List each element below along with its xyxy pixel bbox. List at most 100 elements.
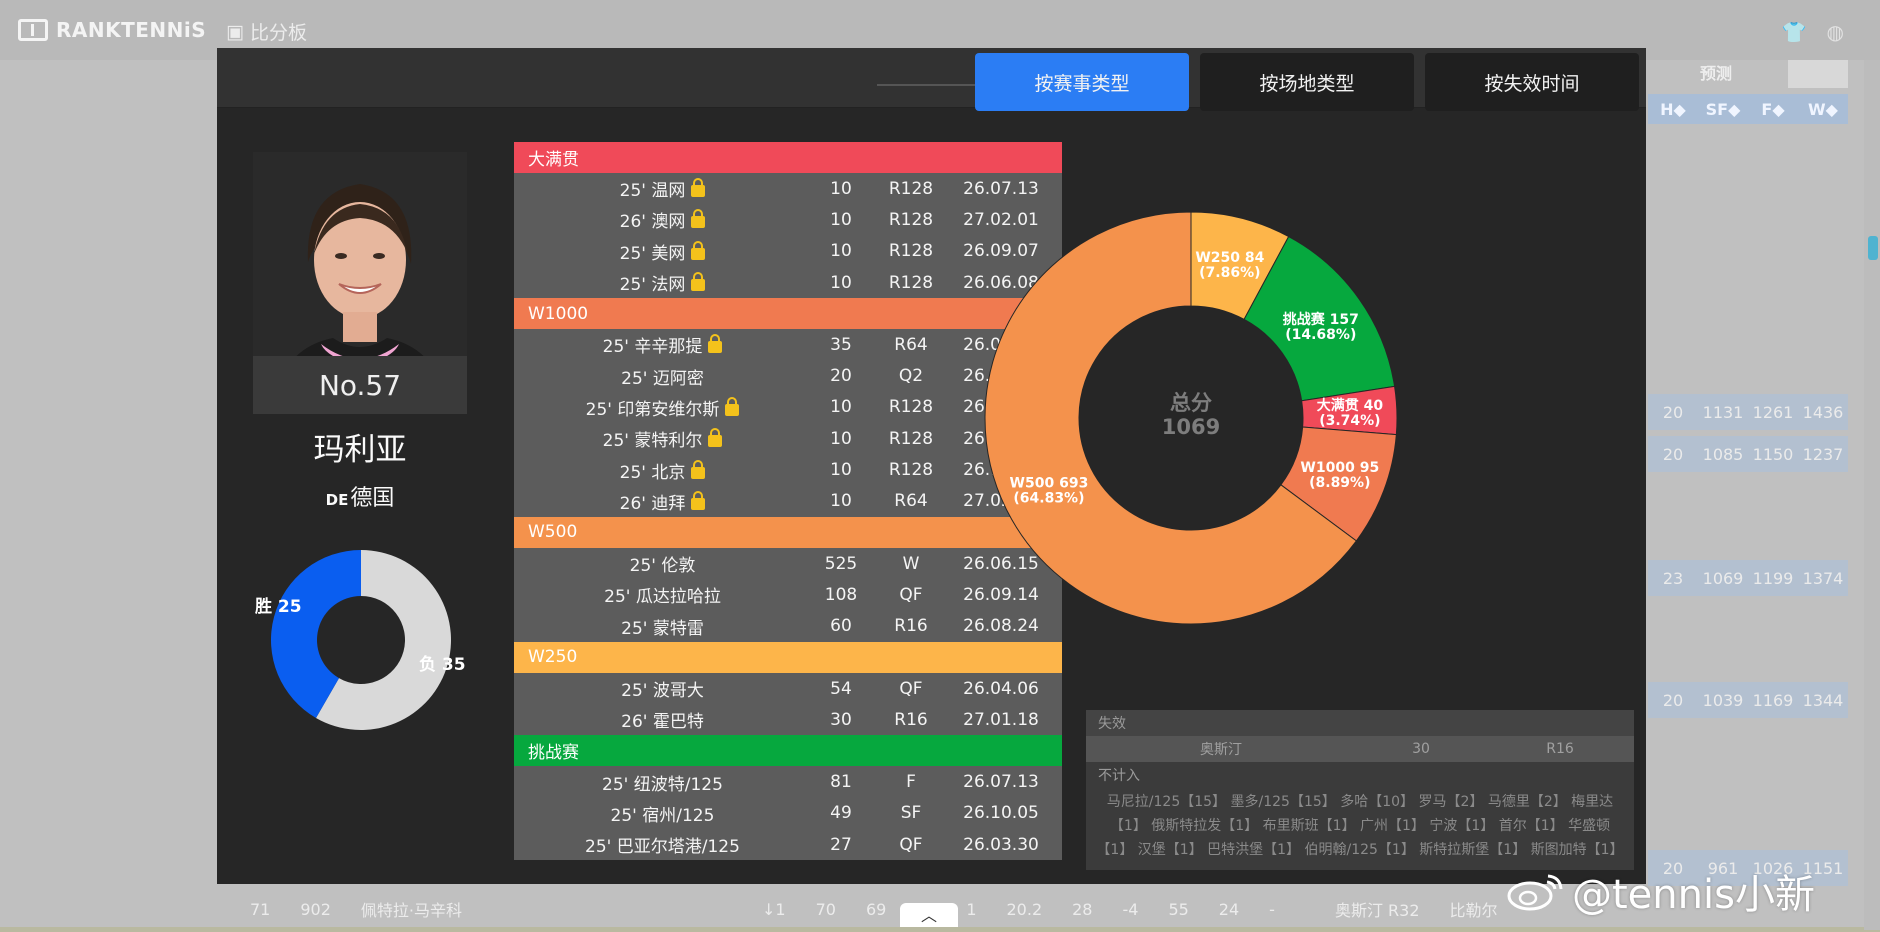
table-row: 25' 纽波特/125 81 F 26.07.13 (514, 766, 1062, 798)
lock-icon (708, 428, 723, 448)
event-name: 25' 温网 (514, 176, 811, 201)
modal-tab-bar: 按赛事类型 按场地类型 按失效时间 (217, 48, 1646, 111)
lock-icon (725, 396, 740, 416)
donut-center-label: 总分 (1170, 391, 1212, 415)
event-points: 20 (830, 366, 852, 387)
bg-col-w[interactable]: W◆ (1798, 100, 1848, 119)
logo-text: RANKTENNiS (56, 18, 207, 42)
event-name: 25' 蒙特利尔 (514, 426, 811, 451)
lock-icon (691, 178, 706, 198)
expired-title: 失效 (1086, 710, 1634, 736)
event-round: QF (899, 834, 923, 855)
event-name: 25' 波哥大 (621, 681, 704, 701)
donut-slice-label: 挑战赛 157 (1283, 311, 1359, 328)
lock-icon (691, 209, 706, 229)
table-row: 26' 霍巴特 30 R16 27.01.18 (514, 704, 1062, 736)
event-name: 26' 霍巴特 (621, 712, 704, 733)
donut-slice-pct: (7.86%) (1199, 265, 1260, 281)
bg-scoreboard-label: 比分板 (249, 22, 307, 44)
losses-label: 负 35 (419, 654, 466, 675)
lock-icon (691, 272, 706, 292)
event-round: R16 (894, 616, 928, 637)
donut-slice-label: 大满贯 40 (1317, 397, 1384, 414)
shirt-icon[interactable]: 👕 (1782, 20, 1807, 44)
donut-slice-label: W500 693 (1010, 475, 1089, 491)
bg-col-f[interactable]: F◆ (1748, 100, 1798, 119)
event-points: 10 (830, 272, 852, 293)
event-expiry-date: 26.10.05 (963, 803, 1039, 824)
event-points: 108 (824, 584, 858, 605)
event-points: 10 (830, 178, 852, 199)
watermark: @tennis小新 (1506, 862, 1815, 920)
event-expiry-date: 26.04.06 (963, 678, 1039, 699)
event-name: 25' 巴亚尔塔港/125 (585, 837, 740, 858)
event-expiry-date: 27.01.18 (963, 709, 1039, 730)
lock-icon (691, 490, 706, 510)
event-name: 25' 纽波特/125 (602, 774, 723, 795)
chevron-up-icon[interactable]: ︿ (900, 903, 958, 929)
scoreboard-logo-icon (18, 19, 48, 41)
bg-col-h[interactable]: H◆ (1648, 100, 1698, 119)
expired-row: 奥斯汀 30 R16 (1086, 736, 1634, 762)
event-expiry-date: 26.03.30 (963, 834, 1039, 855)
donut-slice-pct: (64.83%) (1013, 490, 1084, 506)
event-round: SF (900, 803, 922, 824)
event-points: 525 (824, 553, 858, 574)
watermark-text: @tennis小新 (1572, 872, 1815, 918)
bg-table-row: 23 1069 1199 1374 (1648, 560, 1848, 596)
event-points: 54 (830, 678, 852, 699)
event-round: R64 (894, 334, 928, 355)
tab-by-surface-type[interactable]: 按场地类型 (1200, 53, 1414, 111)
event-name: 25' 蒙特雷 (621, 618, 704, 639)
globe-icon[interactable]: ◍ (1827, 20, 1844, 44)
bg-table-row: 20 1131 1261 1436 (1648, 394, 1848, 430)
donut-center-value: 1069 (1162, 415, 1220, 439)
bg-scoreboard-tab[interactable]: ▣ 比分板 (226, 18, 307, 45)
not-counted-label: 不计入 (1086, 762, 1634, 788)
event-points: 10 (830, 209, 852, 230)
event-name: 25' 伦敦 (629, 556, 696, 577)
event-name: 25' 迈阿密 (621, 368, 704, 389)
event-round: R128 (888, 428, 934, 449)
scroll-thumb[interactable] (1868, 236, 1878, 260)
event-name: 25' 北京 (514, 458, 811, 483)
event-round: R128 (888, 397, 934, 418)
event-points: 10 (830, 491, 852, 512)
scoreboard-icon: ▣ (226, 20, 244, 43)
event-name: 25' 辛辛那提 (514, 332, 811, 357)
event-name: 25' 印第安维尔斯 (514, 395, 811, 420)
player-rank: No.57 (253, 356, 467, 414)
event-round: R64 (894, 491, 928, 512)
event-points: 10 (830, 241, 852, 262)
bg-right-icons: 👕 ◍ (1782, 20, 1844, 44)
event-round: R128 (888, 460, 934, 481)
lock-icon (691, 459, 706, 479)
event-round: R128 (888, 272, 934, 293)
event-name: 26' 迪拜 (514, 489, 811, 514)
event-round: R128 (888, 178, 934, 199)
country-name: 德国 (350, 486, 395, 511)
event-round: QF (899, 678, 923, 699)
table-row: 25' 巴亚尔塔港/125 27 QF 26.03.30 (514, 829, 1062, 861)
country-code: DE (325, 491, 349, 509)
donut-slice-label: W250 84 (1195, 250, 1264, 266)
site-logo[interactable]: RANKTENNiS (18, 18, 206, 42)
event-name: 25' 美网 (514, 239, 811, 264)
wins-label: 胜 25 (255, 597, 302, 617)
event-name: 25' 法网 (514, 270, 811, 295)
event-points: 27 (830, 834, 852, 855)
expired-event: 奥斯汀 (1200, 742, 1242, 758)
donut-slice-pct: (3.74%) (1319, 413, 1380, 429)
expired-round: R16 (1546, 741, 1574, 757)
player-country: DE德国 (253, 480, 467, 512)
weibo-icon (1507, 874, 1563, 911)
bg-bottom-line (0, 927, 1880, 932)
bg-col-sf[interactable]: SF◆ (1698, 100, 1748, 119)
tab-by-event-type[interactable]: 按赛事类型 (975, 53, 1189, 111)
scrollbar[interactable] (1864, 60, 1880, 930)
event-round: QF (899, 584, 923, 605)
player-name: 玛利亚 (313, 432, 407, 468)
event-points: 30 (830, 709, 852, 730)
tab-by-expiry-time[interactable]: 按失效时间 (1425, 53, 1639, 111)
table-row: 25' 波哥大 54 QF 26.04.06 (514, 672, 1062, 705)
